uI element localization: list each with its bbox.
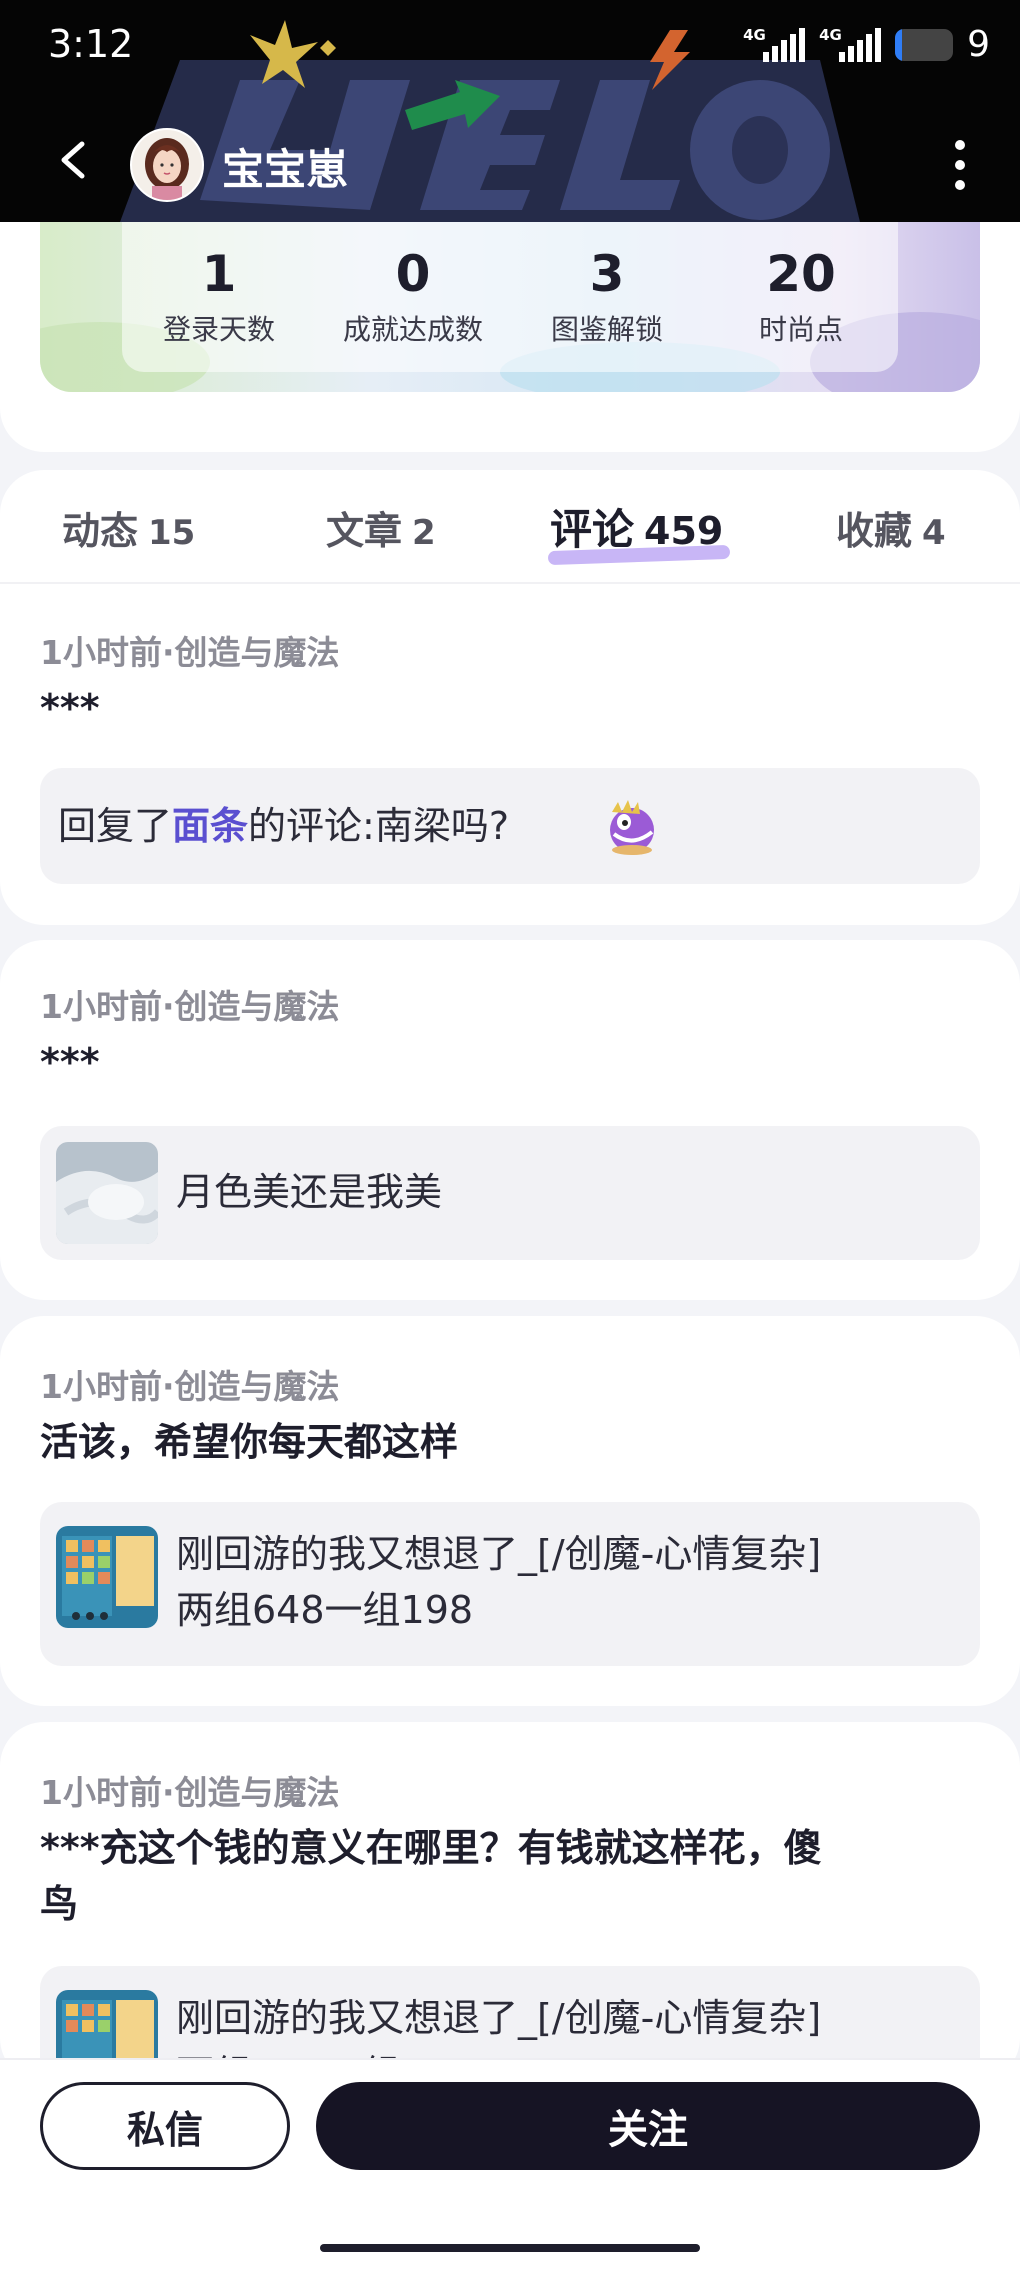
- reply-user-link[interactable]: 面条: [172, 804, 248, 848]
- avatar[interactable]: [130, 128, 204, 202]
- feed-item-meta: 1小时前·创造与魔法: [40, 633, 340, 672]
- status-icons: 4G 4G 9: [743, 24, 990, 65]
- profile-header: 3:12 4G 4G 9 宝宝崽: [0, 0, 1020, 222]
- feed-item-meta: 1小时前·创造与魔法: [40, 1773, 340, 1812]
- stats-card: 1 登录天数 0 成就达成数 3 图鉴解锁 20 时尚点: [40, 222, 980, 392]
- tab-comments[interactable]: 评论 459: [550, 496, 723, 557]
- tab-bar: 动态 15 文章 2 评论 459 收藏 4: [0, 470, 1020, 584]
- feed-item[interactable]: 1小时前·创造与魔法 *** 月色美还是我美: [0, 940, 1020, 1300]
- follow-button[interactable]: 关注: [316, 2082, 980, 2170]
- stat-collection-unlocked[interactable]: 3 图鉴解锁: [510, 222, 704, 372]
- comment-text: ***: [40, 686, 100, 730]
- stats-section: 1 登录天数 0 成就达成数 3 图鉴解锁 20 时尚点: [0, 222, 1020, 452]
- feed-item[interactable]: 1小时前·创造与魔法 ***充这个钱的意义在哪里？有钱就这样花，傻 鸟 刚回游的…: [0, 1722, 1020, 2130]
- comment-text: 活该，希望你每天都这样: [40, 1420, 459, 1464]
- quoted-post-title: 刚回游的我又想退了_[/创魔-心情复杂]: [176, 1996, 822, 2040]
- comment-text: ***: [40, 1040, 100, 1084]
- bottom-action-bar: 私信 关注: [0, 2058, 1020, 2269]
- reply-comment-text: 的评论:南梁吗?: [248, 804, 510, 848]
- post-thumbnail: [56, 1526, 158, 1628]
- stat-login-days[interactable]: 1 登录天数: [122, 222, 316, 372]
- feed-item-meta: 1小时前·创造与魔法: [40, 987, 340, 1026]
- stats-row: 1 登录天数 0 成就达成数 3 图鉴解锁 20 时尚点: [122, 222, 898, 372]
- quoted-reply[interactable]: 回复了面条的评论:南梁吗?: [40, 768, 980, 884]
- signal-icon: 4G: [819, 26, 882, 62]
- quoted-post[interactable]: 刚回游的我又想退了_[/创魔-心情复杂] 两组648一组198: [40, 1502, 980, 1666]
- comment-text-line2: 鸟: [40, 1882, 79, 1926]
- post-thumbnail: [56, 1142, 158, 1244]
- quoted-post[interactable]: 月色美还是我美: [40, 1126, 980, 1260]
- battery-icon: [895, 28, 954, 61]
- comment-text: ***充这个钱的意义在哪里？有钱就这样花，傻: [40, 1826, 822, 1870]
- home-indicator[interactable]: [320, 2244, 700, 2252]
- private-message-button[interactable]: 私信: [40, 2082, 290, 2170]
- quoted-post-title: 月色美还是我美: [176, 1170, 443, 1214]
- tab-articles[interactable]: 文章 2: [326, 500, 436, 555]
- feed-item-meta: 1小时前·创造与魔法: [40, 1367, 340, 1406]
- battery-level: 9: [967, 24, 990, 65]
- stat-achievements[interactable]: 0 成就达成数: [316, 222, 510, 372]
- reply-prefix: 回复了: [58, 804, 173, 848]
- content-panel: 动态 15 文章 2 评论 459 收藏 4 1小时前·创造与魔法 *** 回复了面条的…: [0, 470, 1020, 925]
- quoted-post-title: 刚回游的我又想退了_[/创魔-心情复杂]: [176, 1532, 822, 1576]
- tab-favorites[interactable]: 收藏 4: [836, 500, 946, 555]
- status-time: 3:12: [48, 22, 134, 66]
- chevron-left-icon[interactable]: [54, 140, 94, 180]
- signal-icon: 4G: [743, 26, 806, 62]
- tab-posts[interactable]: 动态 15: [62, 500, 195, 555]
- stat-fashion-points[interactable]: 20 时尚点: [704, 222, 898, 372]
- more-vertical-icon[interactable]: [950, 140, 970, 190]
- feed-item[interactable]: 1小时前·创造与魔法 活该，希望你每天都这样 刚回游的我又想退了_[/创魔-心情…: [0, 1316, 1020, 1706]
- dinosaur-sticker-icon: [610, 800, 654, 855]
- quoted-post-title-line2: 两组648一组198: [176, 1588, 474, 1632]
- profile-username: 宝宝崽: [222, 145, 349, 194]
